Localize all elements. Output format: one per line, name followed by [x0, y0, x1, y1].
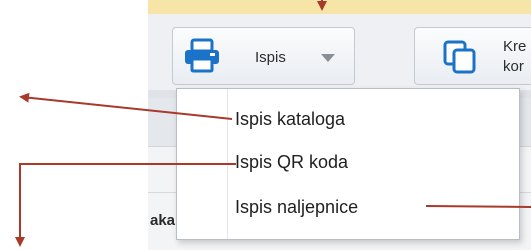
print-button-label: Ispis	[255, 49, 286, 66]
print-dropdown-menu: Ispis kataloga Ispis QR koda Ispis nalje…	[176, 88, 520, 240]
accent-bar	[148, 0, 531, 14]
copy-button[interactable]: Kre kor	[414, 27, 531, 85]
copy-button-label: Kre kor	[503, 38, 527, 75]
menu-item-print-qr-code[interactable]: Ispis QR koda	[235, 147, 348, 177]
menu-item-print-catalog[interactable]: Ispis kataloga	[235, 104, 345, 134]
print-button[interactable]: Ispis	[172, 27, 355, 85]
menu-icon-column	[177, 89, 228, 239]
menu-item-print-label[interactable]: Ispis naljepnice	[235, 192, 358, 222]
copy-icon	[443, 40, 476, 74]
screenshot-stage: aka Ispis Kre kor Ispis kataloga Ispis Q…	[0, 0, 531, 250]
chevron-down-icon[interactable]	[321, 54, 335, 62]
column-label: aka	[150, 212, 176, 229]
printer-icon	[185, 38, 219, 73]
